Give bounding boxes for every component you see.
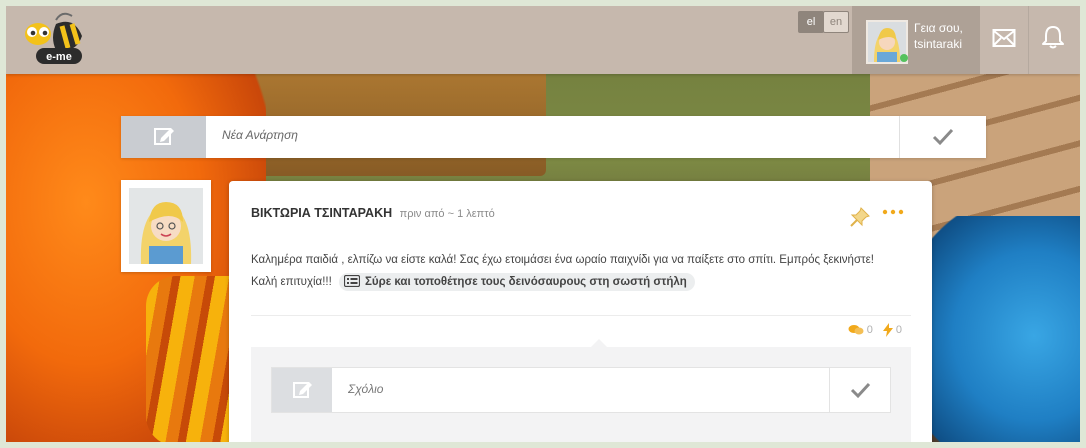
header-divider <box>1028 6 1029 74</box>
comment-edit-icon <box>272 368 332 412</box>
post-card: ΒΙΚΤΩΡΙΑ ΤΣΙΝΤΑΡΑΚΗ πριν από ~ 1 λεπτό Κ… <box>229 181 932 442</box>
attachment-label: Σύρε και τοποθέτησε τους δεινόσαυρους στ… <box>365 276 687 288</box>
comment-section: Σχόλιο <box>251 339 911 442</box>
comment-notch <box>591 339 607 347</box>
comments-icon <box>848 325 864 335</box>
list-activity-icon <box>344 275 360 287</box>
post-body: Καλημέρα παιδιά , ελπίζω να είστε καλά! … <box>251 249 916 293</box>
lang-en-button[interactable]: en <box>823 11 849 33</box>
post-time: πριν από ~ 1 λεπτό <box>399 208 495 220</box>
logo-text: e-me <box>46 51 72 63</box>
comments-count: 0 <box>866 324 873 336</box>
check-icon <box>932 128 954 146</box>
likes-stat[interactable]: 0 <box>882 323 902 337</box>
lang-el-button[interactable]: el <box>798 11 824 33</box>
post-text-line1: Καλημέρα παιδιά , ελπίζω να είστε καλά! … <box>251 254 874 266</box>
post-stats: 0 0 <box>848 323 902 337</box>
user-menu[interactable]: Γεια σου, tsintaraki <box>852 6 980 74</box>
author-avatar-card[interactable] <box>121 180 211 272</box>
pin-icon[interactable] <box>849 206 871 228</box>
new-post-input[interactable]: Νέα Ανάρτηση <box>222 128 298 142</box>
new-post-submit-button[interactable] <box>899 116 986 158</box>
e-me-logo[interactable]: e-me <box>16 10 106 70</box>
check-icon <box>850 382 871 399</box>
author-avatar <box>129 188 203 264</box>
lightning-icon <box>882 323 893 337</box>
new-post-bar[interactable]: Νέα Ανάρτηση <box>121 116 986 158</box>
post-header: ΒΙΚΤΩΡΙΑ ΤΣΙΝΤΑΡΑΚΗ πριν από ~ 1 λεπτό <box>251 206 495 220</box>
post-divider <box>251 315 911 316</box>
bell-icon[interactable] <box>1040 24 1066 50</box>
attachment-link[interactable]: Σύρε και τοποθέτησε τους δεινόσαυρους στ… <box>339 273 695 291</box>
comment-bar[interactable]: Σχόλιο <box>271 367 891 413</box>
page-frame: e-me el en Γεια σου, tsintaraki Νέα Ανάρ… <box>6 6 1080 442</box>
post-text-line2: Καλή επιτυχία!!! <box>251 276 332 288</box>
post-author-name[interactable]: ΒΙΚΤΩΡΙΑ ΤΣΙΝΤΑΡΑΚΗ <box>251 206 392 220</box>
comment-submit-button[interactable] <box>829 368 890 412</box>
more-options-icon[interactable] <box>881 207 905 221</box>
mail-icon[interactable] <box>992 28 1016 48</box>
post-text-line2-wrap: Καλή επιτυχία!!! Σύρε και τοποθέτησε του… <box>251 271 916 293</box>
edit-icon <box>121 116 206 158</box>
greeting-username: tsintaraki <box>914 37 963 51</box>
online-status-dot <box>900 54 908 62</box>
user-greeting: Γεια σου, tsintaraki <box>914 20 963 52</box>
likes-count: 0 <box>895 324 902 336</box>
top-header: e-me el en Γεια σου, tsintaraki <box>6 6 1080 74</box>
comments-stat[interactable]: 0 <box>848 324 873 336</box>
greeting-hello: Γεια σου, <box>914 21 963 35</box>
comment-input[interactable]: Σχόλιο <box>348 382 383 396</box>
